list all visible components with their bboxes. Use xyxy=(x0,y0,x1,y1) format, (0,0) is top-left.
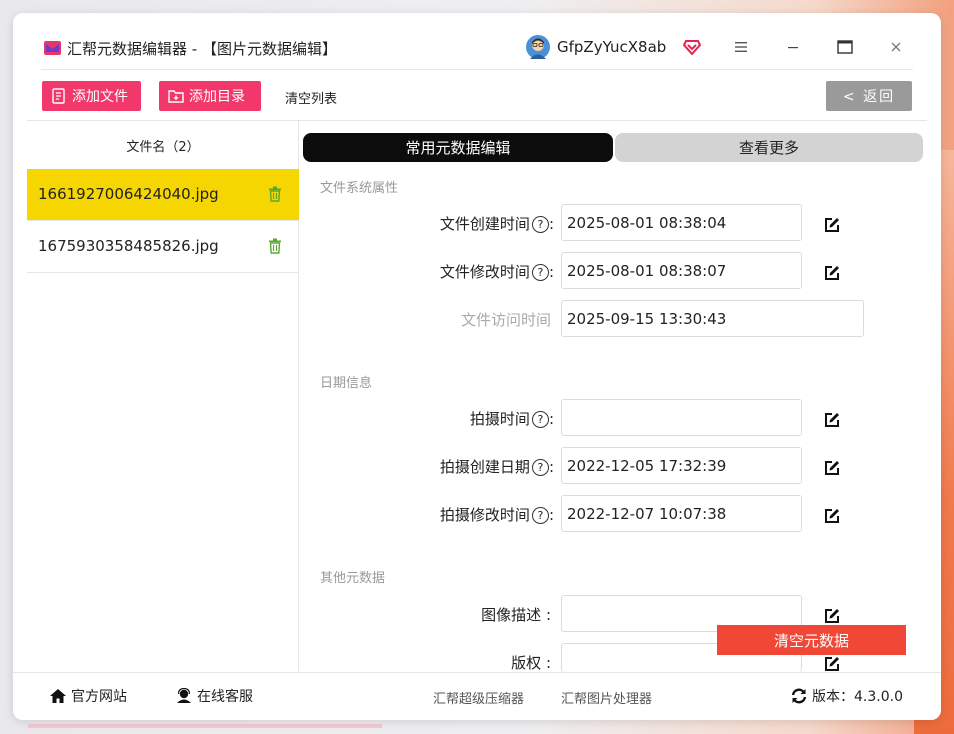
field-label-copyright: 版权 : xyxy=(511,654,551,672)
field-label-accessed: 文件访问时间 xyxy=(460,311,551,329)
help-icon[interactable]: ? xyxy=(531,216,549,233)
delete-icon[interactable] xyxy=(268,186,282,202)
support-agent-icon xyxy=(177,688,191,703)
clear-metadata-button[interactable]: 清空元数据 xyxy=(717,625,906,655)
footer: 官方网站 在线客服 汇帮超级压缩器 汇帮图片处理器 版本：4.3.0.0 xyxy=(13,672,941,720)
online-support-link[interactable]: 在线客服 xyxy=(175,686,253,706)
edit-icon[interactable] xyxy=(823,216,841,234)
shot-created-date-field[interactable]: 2022-12-05 17:32:39 xyxy=(561,447,802,484)
refresh-icon xyxy=(791,688,807,704)
compressor-link[interactable]: 汇帮超级压缩器 xyxy=(433,688,524,707)
field-label-shot-modified: 拍摄修改时间?: xyxy=(439,506,554,524)
field-label-shot-created: 拍摄创建日期?: xyxy=(439,458,554,476)
official-website-link[interactable]: 官方网站 xyxy=(49,686,127,706)
user-name[interactable]: GfpZyYucX8ab xyxy=(557,38,666,56)
maximize-icon[interactable] xyxy=(835,39,855,55)
field-label-modified: 文件修改时间?: xyxy=(439,263,554,281)
official-website-label: 官方网站 xyxy=(71,689,127,705)
version-label: 版本：4.3.0.0 xyxy=(812,689,903,705)
add-file-button[interactable]: 添加文件 xyxy=(42,81,141,111)
app-window: 汇帮元数据编辑器 - 【图片元数据编辑】 GfpZyYucX8ab 添加文件 添… xyxy=(13,13,941,720)
field-label-created: 文件创建时间?: xyxy=(439,215,554,233)
vip-diamond-icon[interactable] xyxy=(683,39,701,55)
add-file-icon xyxy=(52,88,65,104)
file-list-header: 文件名（2） xyxy=(126,139,200,155)
shot-time-field[interactable] xyxy=(561,399,802,436)
add-file-label: 添加文件 xyxy=(72,89,128,105)
divider xyxy=(41,69,913,70)
edit-icon[interactable] xyxy=(823,411,841,429)
user-avatar[interactable] xyxy=(526,35,550,59)
file-list-item[interactable]: 1675930358485826.jpg xyxy=(27,221,299,273)
edit-icon[interactable] xyxy=(823,264,841,282)
delete-icon[interactable] xyxy=(268,238,282,254)
accessed-time-field: 2025-09-15 13:30:43 xyxy=(561,300,864,337)
minimize-icon[interactable] xyxy=(783,39,803,55)
clear-list-button[interactable]: 清空列表 xyxy=(285,88,337,107)
edit-icon[interactable] xyxy=(823,507,841,525)
add-folder-button[interactable]: 添加目录 xyxy=(159,81,261,111)
section-label-date: 日期信息 xyxy=(320,376,373,391)
edit-icon[interactable] xyxy=(823,459,841,477)
file-list-panel: 文件名（2） 1661927006424040.jpg 167593035848… xyxy=(27,121,299,671)
help-icon[interactable]: ? xyxy=(531,507,549,524)
add-folder-icon xyxy=(168,90,184,103)
section-label-other: 其他元数据 xyxy=(320,571,386,586)
shot-modified-time-field[interactable]: 2022-12-07 10:07:38 xyxy=(561,495,802,532)
help-icon[interactable]: ? xyxy=(531,411,549,428)
file-name: 1675930358485826.jpg xyxy=(38,237,219,255)
file-name: 1661927006424040.jpg xyxy=(38,185,219,203)
add-folder-label: 添加目录 xyxy=(189,89,245,105)
back-button[interactable]: < 返回 xyxy=(826,81,912,111)
help-icon[interactable]: ? xyxy=(531,459,549,476)
edit-icon[interactable] xyxy=(823,607,841,625)
created-time-field[interactable]: 2025-08-01 08:38:04 xyxy=(561,204,802,241)
field-label-description: 图像描述 : xyxy=(481,606,551,624)
version-info: 版本：4.3.0.0 xyxy=(790,686,903,706)
edit-icon[interactable] xyxy=(823,655,841,673)
close-icon[interactable] xyxy=(886,39,906,55)
tab-view-more[interactable]: 查看更多 xyxy=(615,133,923,162)
background-bar xyxy=(28,724,382,728)
section-label-filesystem: 文件系统属性 xyxy=(320,181,399,196)
field-label-shot-time: 拍摄时间?: xyxy=(469,410,554,428)
title-bar: 汇帮元数据编辑器 - 【图片元数据编辑】 GfpZyYucX8ab xyxy=(13,13,941,71)
file-list-item[interactable]: 1661927006424040.jpg xyxy=(27,169,299,221)
menu-icon[interactable] xyxy=(731,39,751,55)
help-icon[interactable]: ? xyxy=(531,264,549,281)
online-support-label: 在线客服 xyxy=(197,689,253,705)
home-icon xyxy=(50,689,66,703)
tab-common-metadata[interactable]: 常用元数据编辑 xyxy=(303,133,613,162)
app-title: 汇帮元数据编辑器 - 【图片元数据编辑】 xyxy=(67,40,337,58)
modified-time-field[interactable]: 2025-08-01 08:38:07 xyxy=(561,252,802,289)
app-logo-icon xyxy=(44,41,61,55)
image-processor-link[interactable]: 汇帮图片处理器 xyxy=(561,688,652,707)
